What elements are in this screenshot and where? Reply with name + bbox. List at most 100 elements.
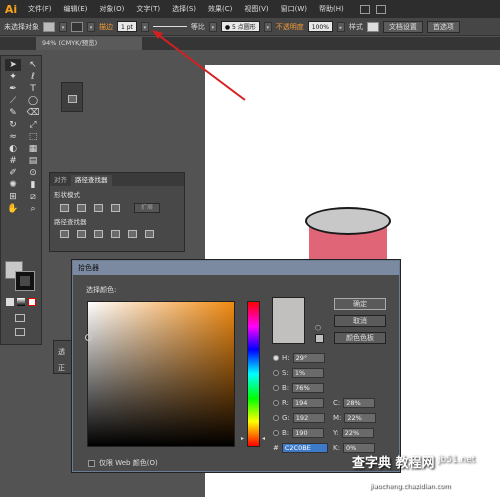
- cup-top-ellipse[interactable]: [305, 207, 391, 235]
- divide-icon[interactable]: [60, 230, 69, 238]
- tab-pathfinder[interactable]: 路径查找器: [71, 175, 112, 186]
- brightness-input[interactable]: 76%: [292, 383, 325, 393]
- expand-button[interactable]: 扩展: [134, 203, 161, 213]
- hand-tool-icon[interactable]: ✋: [5, 203, 21, 215]
- rotate-tool-icon[interactable]: ↻: [5, 119, 21, 131]
- green-input[interactable]: 192: [292, 413, 325, 423]
- eyedropper-tool-icon[interactable]: ✐: [5, 167, 21, 179]
- intersect-icon[interactable]: [94, 204, 103, 212]
- color-marker[interactable]: [85, 334, 92, 341]
- none-mode-icon[interactable]: [28, 298, 36, 306]
- eraser-tool-icon[interactable]: ⌫: [25, 107, 41, 119]
- magic-wand-tool-icon[interactable]: ✦: [5, 71, 21, 83]
- fill-dropdown[interactable]: ▾: [59, 21, 67, 32]
- trim-icon[interactable]: [77, 230, 86, 238]
- collapsed-panel[interactable]: [61, 82, 83, 112]
- menu-view[interactable]: 视图(V): [238, 4, 274, 14]
- column-graph-tool-icon[interactable]: ▮: [25, 179, 41, 191]
- fill-swatch[interactable]: [43, 21, 55, 32]
- menu-file[interactable]: 文件(F): [22, 4, 58, 14]
- document-tab[interactable]: 94% (CMYK/预览): [36, 37, 142, 50]
- red-input[interactable]: 194: [292, 398, 325, 408]
- arrange-documents-icon[interactable]: [375, 4, 386, 14]
- pen-tool-icon[interactable]: ✒: [5, 83, 21, 95]
- stroke-weight-field[interactable]: 1 pt: [117, 21, 137, 32]
- cancel-button[interactable]: 取消: [334, 315, 386, 327]
- blue-input[interactable]: 190: [292, 428, 325, 438]
- ok-button[interactable]: 确定: [334, 298, 386, 310]
- menu-select[interactable]: 选择(S): [166, 4, 202, 14]
- symbol-sprayer-tool-icon[interactable]: ✺: [5, 179, 21, 191]
- hue-arrow-right-icon[interactable]: ◂: [262, 435, 265, 442]
- hue-radio[interactable]: [273, 355, 279, 361]
- zoom-tool-icon[interactable]: ⌕: [25, 203, 41, 215]
- opacity-label[interactable]: 不透明度: [276, 22, 304, 32]
- stroke-profile-preview[interactable]: [152, 26, 187, 27]
- web-colors-checkbox[interactable]: [88, 459, 95, 467]
- stroke-profile-label[interactable]: 等比: [191, 22, 205, 32]
- lasso-tool-icon[interactable]: ℓ: [25, 71, 41, 83]
- mesh-tool-icon[interactable]: #: [5, 155, 21, 167]
- stroke-swatch[interactable]: [71, 21, 83, 32]
- unite-icon[interactable]: [60, 204, 69, 212]
- cyan-input[interactable]: 28%: [343, 398, 376, 408]
- gradient-mode-icon[interactable]: [17, 298, 25, 306]
- outline-icon[interactable]: [128, 230, 137, 238]
- saturation-input[interactable]: 1%: [291, 368, 324, 378]
- type-tool-icon[interactable]: T: [25, 83, 41, 95]
- perspective-grid-tool-icon[interactable]: ▦: [25, 143, 41, 155]
- saturation-brightness-field[interactable]: [85, 301, 235, 447]
- saturation-radio[interactable]: [273, 370, 279, 376]
- scale-tool-icon[interactable]: ⤢: [25, 119, 41, 131]
- opacity-field[interactable]: 100%: [307, 21, 333, 32]
- paintbrush-tool-icon[interactable]: ✎: [5, 107, 21, 119]
- selection-tool-icon[interactable]: ➤: [5, 59, 21, 71]
- brush-field[interactable]: ● 5 点圆形: [220, 21, 260, 32]
- menu-window[interactable]: 窗口(W): [275, 4, 313, 14]
- bridge-icon[interactable]: [359, 4, 370, 14]
- magenta-input[interactable]: 22%: [344, 413, 377, 423]
- red-radio[interactable]: [273, 400, 279, 406]
- cube-icon[interactable]: ⬡: [315, 324, 321, 332]
- exclude-icon[interactable]: [111, 204, 120, 212]
- shape-builder-tool-icon[interactable]: ◐: [5, 143, 21, 155]
- merge-icon[interactable]: [94, 230, 103, 238]
- direct-selection-tool-icon[interactable]: ↖: [25, 59, 41, 71]
- menu-type[interactable]: 文字(T): [130, 4, 166, 14]
- menu-help[interactable]: 帮助(H): [313, 4, 350, 14]
- fill-stroke-widget[interactable]: [5, 261, 37, 293]
- ellipse-tool-icon[interactable]: ◯: [25, 95, 41, 107]
- color-mode-icon[interactable]: [6, 298, 14, 306]
- hex-input[interactable]: C2C0BE: [281, 443, 328, 453]
- slice-tool-icon[interactable]: ⧄: [25, 191, 41, 203]
- brush-dropdown[interactable]: ▾: [263, 21, 272, 32]
- hue-input[interactable]: 29°: [292, 353, 325, 363]
- minus-front-icon[interactable]: [77, 204, 86, 212]
- green-radio[interactable]: [273, 415, 279, 421]
- menu-effect[interactable]: 效果(C): [202, 4, 238, 14]
- menu-object[interactable]: 对象(O): [93, 4, 130, 14]
- artboard-tool-icon[interactable]: ⊞: [5, 191, 21, 203]
- stroke-label[interactable]: 描边: [99, 22, 113, 32]
- tab-align[interactable]: 对齐: [50, 175, 71, 186]
- yellow-input[interactable]: 22%: [341, 428, 374, 438]
- warp-tool-icon[interactable]: ≈: [5, 131, 21, 143]
- stroke-color-box[interactable]: [15, 271, 35, 291]
- crop-icon[interactable]: [111, 230, 120, 238]
- document-setup-button[interactable]: 文档设置: [382, 20, 423, 33]
- web-safe-swatch[interactable]: [315, 334, 324, 343]
- blend-tool-icon[interactable]: ⊙: [25, 167, 41, 179]
- hue-slider[interactable]: [247, 301, 260, 447]
- preferences-button[interactable]: 首选项: [426, 20, 460, 33]
- stroke-weight-dropdown[interactable]: ▾: [140, 21, 149, 32]
- stroke-profile-dropdown[interactable]: ▾: [208, 21, 217, 32]
- gradient-tool-icon[interactable]: ▤: [25, 155, 41, 167]
- opacity-dropdown[interactable]: ▸: [336, 21, 345, 32]
- brightness-radio[interactable]: [273, 385, 279, 391]
- style-swatch[interactable]: [366, 21, 379, 32]
- line-tool-icon[interactable]: ⟋: [5, 95, 21, 107]
- drawing-mode-icon[interactable]: [15, 314, 25, 322]
- screen-mode-icon[interactable]: [15, 328, 25, 336]
- menu-edit[interactable]: 编辑(E): [58, 4, 94, 14]
- color-swatches-button[interactable]: 颜色色板: [334, 332, 386, 344]
